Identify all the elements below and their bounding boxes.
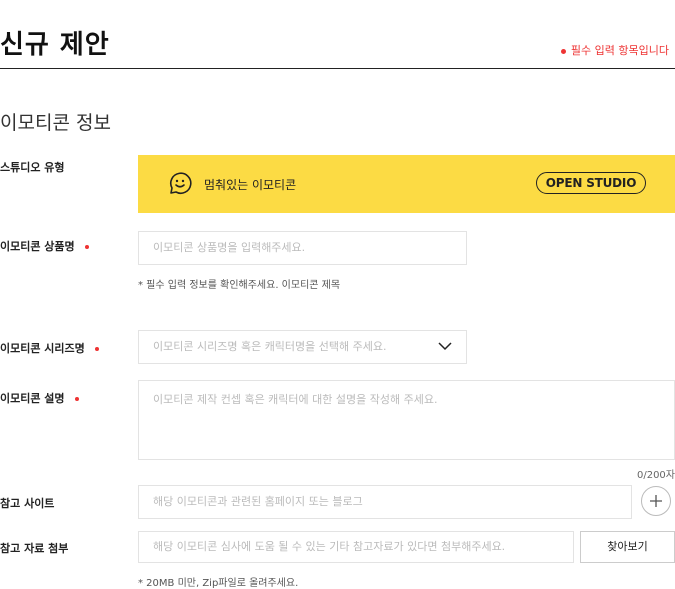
required-dot-icon [560,48,566,54]
page-title: 신규 제안 [0,30,110,60]
studio-type-label: 스튜디오 유형 [0,159,65,175]
browse-button[interactable]: 찾아보기 [580,531,675,563]
attachment-helper: * 20MB 미만, Zip파일로 올려주세요. [138,578,299,589]
smile-icon [169,172,192,195]
series-select[interactable]: 이모티콘 시리즈명 혹은 캐릭터명을 선택해 주세요. [138,330,467,364]
reference-site-input[interactable]: 해당 이모티콘과 관련된 홈페이지 또는 블로그 [138,485,632,519]
title-divider [0,68,675,69]
reference-site-label: 참고 사이트 [0,495,54,511]
attachment-input[interactable]: 해당 이모티콘 심사에 도움 될 수 있는 기타 참고자료가 있다면 첨부해주세… [138,531,574,563]
description-label-text: 이모티콘 설명 [0,392,65,405]
series-label-text: 이모티콘 시리즈명 [0,342,85,355]
attachment-label: 참고 자료 첨부 [0,540,68,556]
description-textarea[interactable]: 이모티콘 제작 컨셉 혹은 캐릭터에 대한 설명을 작성해 주세요. [138,380,675,460]
attachment-label-text: 참고 자료 첨부 [0,542,69,555]
product-name-input[interactable]: 이모티콘 상품명을 입력해주세요. [138,231,467,265]
reference-site-label-text: 참고 사이트 [0,497,55,510]
open-studio-badge: OPEN STUDIO [536,172,646,194]
studio-type-card[interactable]: 멈춰있는 이모티콘 OPEN STUDIO [138,155,675,213]
required-dot-icon [84,245,89,249]
section-title: 이모티콘 정보 [0,112,111,134]
char-count: 0/200자 [636,470,675,481]
description-label: 이모티콘 설명 [0,390,79,406]
chevron-down-icon [438,342,452,351]
studio-type-name: 멈춰있는 이모티콘 [204,178,297,192]
product-name-label-text: 이모티콘 상품명 [0,240,75,253]
studio-type-label-text: 스튜디오 유형 [0,161,65,174]
product-name-label: 이모티콘 상품명 [0,238,89,254]
required-dot-icon [94,347,99,351]
required-notice-text: 필수 입력 항목입니다 [570,44,669,57]
series-select-placeholder: 이모티콘 시리즈명 혹은 캐릭터명을 선택해 주세요. [153,340,387,353]
required-dot-icon [74,397,79,401]
product-name-helper: * 필수 입력 정보를 확인해주세요. 이모티콘 제목 [138,280,341,291]
required-notice: 필수 입력 항목입니다 [560,42,669,58]
plus-icon [650,495,662,507]
add-site-button[interactable] [641,486,671,516]
series-label: 이모티콘 시리즈명 [0,340,99,356]
